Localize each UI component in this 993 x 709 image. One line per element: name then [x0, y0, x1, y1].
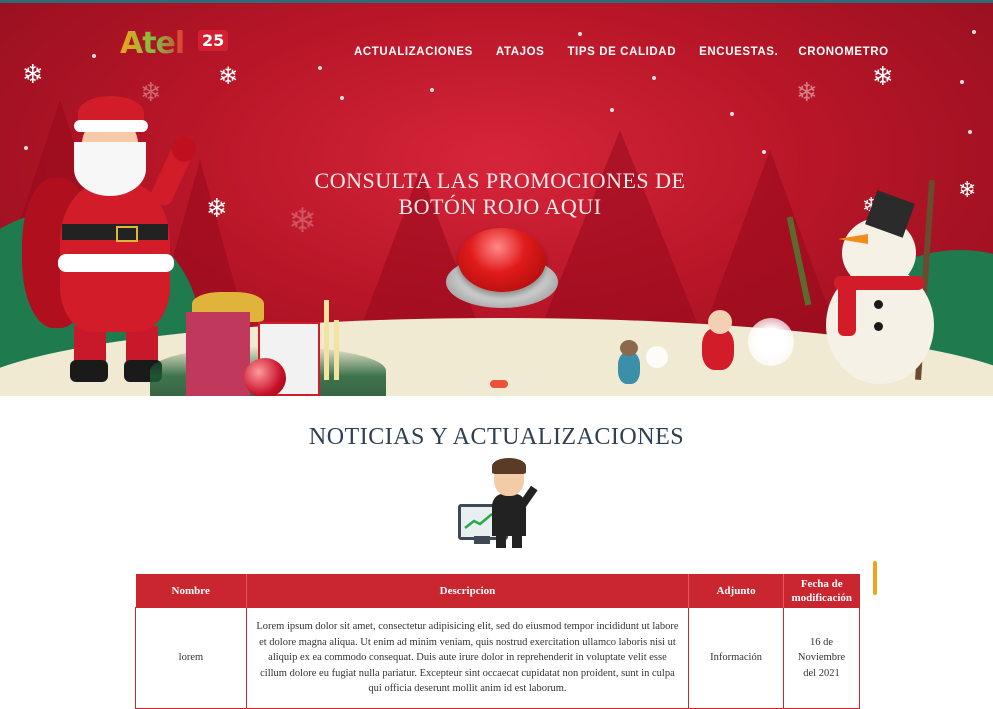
cell-fecha: 16 de Noviembre del 2021 [783, 607, 860, 709]
scroll-indicator[interactable] [873, 561, 877, 595]
reindeer-body [618, 352, 640, 384]
snow-dot [92, 54, 96, 58]
tree-silhouette [540, 130, 700, 330]
elf-head [708, 310, 732, 334]
carousel-dot-1[interactable] [466, 380, 484, 388]
nav-item-cronometro[interactable]: CRONOMETRO [798, 46, 888, 58]
nav-item-atajos[interactable]: ATAJOS [496, 46, 545, 58]
reindeer-illustration [612, 340, 648, 390]
santa-fur [58, 254, 174, 272]
cell-adjunto[interactable]: Información [688, 607, 784, 709]
nav-item-tips-de-calidad[interactable]: TIPS DE CALIDAD [567, 46, 676, 58]
section-title: NOTICIAS Y ACTUALIZACIONES [308, 424, 685, 450]
santa-belt [62, 224, 168, 240]
snowflake-icon: ❄ [206, 194, 228, 224]
snow-dot [730, 112, 734, 116]
snowflake-icon: ❄ [796, 78, 818, 108]
santa-buckle [116, 226, 138, 242]
snowman-scarf-end [838, 284, 856, 336]
snowman-button [874, 300, 883, 309]
candle [324, 300, 329, 380]
ornament-ball [244, 358, 286, 396]
santa-glove [172, 136, 196, 162]
santa-boot [70, 360, 108, 382]
top-border [0, 0, 993, 3]
carousel-indicators [466, 380, 532, 388]
logo-badge: 25 [198, 30, 229, 51]
snowball [748, 318, 794, 366]
hero-banner: ❄ ❄ ❄ ❄ ❄ ❄ ❄ ❄ ❄ Atel 25 ACTUALIZACIONE… [0, 0, 993, 396]
candle [334, 320, 339, 380]
nav-item-actualizaciones[interactable]: ACTUALIZACIONES [354, 46, 473, 58]
snow-dot [430, 88, 434, 92]
hero-headline[interactable]: CONSULTA LAS PROMOCIONES DE BOTÓN ROJO A… [300, 168, 700, 220]
snow-dot [340, 96, 344, 100]
column-header-nombre: Nombre [135, 574, 247, 608]
snow-dot [762, 150, 766, 154]
snowball [646, 346, 668, 368]
snowflake-icon: ❄ [872, 62, 894, 92]
snowman-illustration [816, 190, 946, 386]
snowman-nose [838, 234, 868, 244]
monitor-stand [474, 536, 490, 544]
snow-dot [610, 108, 614, 112]
news-table: Nombre Descripcion Adjunto Fecha de modi… [135, 574, 860, 709]
cell-descripcion: Lorem ipsum dolor sit amet, consectetur … [245, 607, 690, 709]
logo[interactable]: Atel 25 [120, 26, 230, 70]
snowflake-icon: ❄ [22, 60, 44, 90]
carousel-dot-2[interactable] [490, 380, 508, 388]
snowflake-icon: ❄ [958, 178, 977, 203]
cell-nombre: lorem [135, 607, 247, 709]
person-hair [492, 458, 526, 474]
main-nav: ACTUALIZACIONES ATAJOS TIPS DE CALIDAD E… [354, 46, 889, 58]
santa-hat-fur [74, 120, 148, 132]
snow-dot [318, 66, 322, 70]
table-header-row: Nombre Descripcion Adjunto Fecha de modi… [135, 574, 860, 608]
santa-illustration [22, 96, 202, 386]
snow-dot [972, 30, 976, 34]
businessman-chart-icon [454, 456, 550, 548]
hero-headline-line1: CONSULTA LAS PROMOCIONES DE [314, 168, 686, 193]
snowman-button [874, 322, 883, 331]
carousel-dot-3[interactable] [514, 380, 532, 388]
table-row: lorem Lorem ipsum dolor sit amet, consec… [135, 607, 860, 709]
logo-text: Atel [120, 26, 185, 61]
column-header-descripcion: Descripcion [246, 574, 690, 608]
snow-dot [652, 76, 656, 80]
gift-box [186, 312, 250, 396]
person-leg [496, 534, 506, 548]
person-leg [512, 534, 522, 548]
red-button[interactable] [446, 228, 558, 310]
elf-body [702, 328, 734, 370]
column-header-adjunto: Adjunto [688, 574, 784, 608]
column-header-fecha: Fecha de modificación [783, 574, 860, 608]
snow-dot [960, 80, 964, 84]
red-button-cap [458, 228, 546, 292]
reindeer-head [620, 340, 638, 356]
nav-item-encuestas[interactable]: ENCUESTAS. [699, 46, 778, 58]
snow-dot [968, 130, 972, 134]
hero-headline-line2: BOTÓN ROJO AQUI [398, 194, 602, 219]
elf-illustration [686, 310, 750, 384]
snow-dot [578, 32, 582, 36]
santa-beard [74, 142, 146, 196]
